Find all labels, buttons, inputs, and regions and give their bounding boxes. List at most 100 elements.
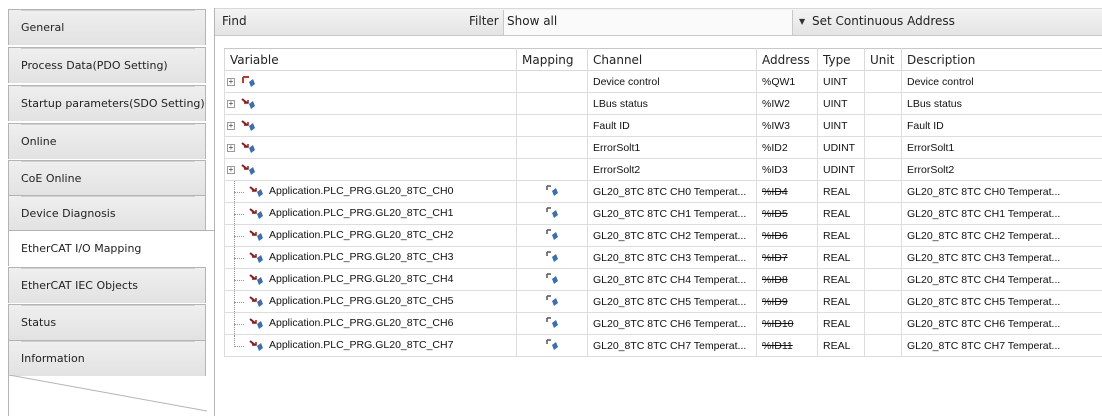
column-header-address[interactable]: Address [756,48,818,71]
find-input[interactable] [251,13,465,31]
expand-icon[interactable]: + [227,166,235,174]
variable-cell[interactable]: Application.PLC_PRG.GL20_8TC_CH3 [224,246,517,269]
mapping-cell[interactable] [516,136,588,159]
tab-label: Startup parameters(SDO Setting) [21,97,205,110]
mapping-cell[interactable] [516,290,588,313]
tab-general[interactable]: General [8,9,206,45]
table-row[interactable]: + ErrorSolt1 %ID2 UDINT ErrorSolt1 [224,136,1102,159]
tree-branch [234,214,244,215]
table-row[interactable]: + LBus status %IW2 UINT LBus status [224,92,1102,115]
unit-cell[interactable] [864,180,902,203]
variable-cell[interactable]: Application.PLC_PRG.GL20_8TC_CH0 [224,180,517,203]
table-row[interactable]: + Fault ID %IW3 UINT Fault ID [224,114,1102,137]
variable-cell[interactable]: + [224,114,517,137]
column-header-variable[interactable]: Variable [224,48,517,71]
table-row[interactable]: Application.PLC_PRG.GL20_8TC_CH3 GL20_8TC… [224,246,1102,269]
address-cell: %ID4 [756,180,818,203]
tab-label: Device Diagnosis [21,207,116,220]
variable-cell[interactable]: Application.PLC_PRG.GL20_8TC_CH1 [224,202,517,225]
table-row[interactable]: Application.PLC_PRG.GL20_8TC_CH1 GL20_8TC… [224,202,1102,225]
unit-cell[interactable] [864,92,902,115]
description-cell: GL20_8TC 8TC CH4 Temperat... [901,268,1102,291]
unit-cell[interactable] [864,224,902,247]
mapping-cell[interactable] [516,334,588,357]
table-row[interactable]: Application.PLC_PRG.GL20_8TC_CH6 GL20_8TC… [224,312,1102,335]
variable-name: Application.PLC_PRG.GL20_8TC_CH3 [269,251,454,263]
description-cell: LBus status [901,92,1102,115]
unit-cell[interactable] [864,312,902,335]
expand-icon[interactable]: + [227,144,235,152]
unit-cell[interactable] [864,136,902,159]
unit-cell[interactable] [864,268,902,291]
tab-coe-online[interactable]: CoE Online [8,160,206,196]
expand-icon[interactable]: + [227,100,235,108]
unit-cell[interactable] [864,202,902,225]
column-header-unit[interactable]: Unit [864,48,902,71]
tab-status[interactable]: Status [8,304,206,340]
mapping-cell[interactable] [516,202,588,225]
mapping-cell[interactable] [516,92,588,115]
variable-cell[interactable]: Application.PLC_PRG.GL20_8TC_CH6 [224,312,517,335]
column-header-description[interactable]: Description [901,48,1102,71]
channel-cell: GL20_8TC 8TC CH2 Temperat... [587,224,757,247]
filter-select[interactable]: Show all [503,10,793,35]
column-header-channel[interactable]: Channel [587,48,757,71]
type-cell: REAL [817,334,865,357]
variable-cell[interactable]: Application.PLC_PRG.GL20_8TC_CH2 [224,224,517,247]
variable-cell[interactable]: + [224,158,517,181]
variable-cell[interactable]: + [224,136,517,159]
tab-device-diagnosis[interactable]: Device Diagnosis [8,195,206,231]
unit-cell[interactable] [864,114,902,137]
input-var-icon [249,251,265,265]
variable-cell[interactable]: + [224,92,517,115]
variable-cell[interactable]: Application.PLC_PRG.GL20_8TC_CH5 [224,290,517,313]
tab-label: CoE Online [21,172,82,185]
tab-ethercat-i-o-mapping[interactable]: EtherCAT I/O Mapping [8,230,214,266]
mapping-cell[interactable] [516,312,588,335]
channel-cell: ErrorSolt1 [587,136,757,159]
input-var-icon [241,141,257,155]
address-cell: %ID2 [756,136,818,159]
table-row[interactable]: Application.PLC_PRG.GL20_8TC_CH0 GL20_8TC… [224,180,1102,203]
table-row[interactable]: + Device control %QW1 UINT Device control [224,70,1102,93]
unit-cell[interactable] [864,290,902,313]
address-cell: %ID9 [756,290,818,313]
column-header-type[interactable]: Type [817,48,865,71]
unit-cell[interactable] [864,158,902,181]
variable-cell[interactable]: Application.PLC_PRG.GL20_8TC_CH7 [224,334,517,357]
tab-startup-parameters-sdo-setting[interactable]: Startup parameters(SDO Setting) [8,85,206,121]
mapped-variable-icon [546,338,560,353]
tab-label: Process Data(PDO Setting) [21,59,168,72]
mapping-cell[interactable] [516,246,588,269]
variable-cell[interactable]: + [224,70,517,93]
tab-online[interactable]: Online [8,123,206,159]
tab-ethercat-iec-objects[interactable]: EtherCAT IEC Objects [8,267,206,303]
expand-icon[interactable]: + [227,122,235,130]
unit-cell[interactable] [864,246,902,269]
input-var-icon [249,339,265,353]
table-row[interactable]: Application.PLC_PRG.GL20_8TC_CH4 GL20_8TC… [224,268,1102,291]
variable-name: Application.PLC_PRG.GL20_8TC_CH7 [269,339,454,351]
address-cell: %ID6 [756,224,818,247]
table-row[interactable]: Application.PLC_PRG.GL20_8TC_CH5 GL20_8TC… [224,290,1102,313]
table-row[interactable]: Application.PLC_PRG.GL20_8TC_CH2 GL20_8TC… [224,224,1102,247]
table-row[interactable]: + ErrorSolt2 %ID3 UDINT ErrorSolt2 [224,158,1102,181]
unit-cell[interactable] [864,70,902,93]
expand-icon[interactable]: + [227,78,235,86]
column-header-mapping[interactable]: Mapping [516,48,588,71]
tab-process-data-pdo-setting[interactable]: Process Data(PDO Setting) [8,47,206,83]
mapping-cell[interactable] [516,114,588,137]
set-continuous-address-button[interactable]: Set Continuous Address [812,14,955,28]
unit-cell[interactable] [864,334,902,357]
io-mapping-grid: Variable Mapping Channel Address Type Un… [224,48,1102,357]
table-row[interactable]: Application.PLC_PRG.GL20_8TC_CH7 GL20_8TC… [224,334,1102,357]
mapping-cell[interactable] [516,70,588,93]
mapping-cell[interactable] [516,224,588,247]
channel-cell: GL20_8TC 8TC CH7 Temperat... [587,334,757,357]
chevron-down-icon[interactable]: ▼ [799,17,805,26]
tab-information[interactable]: Information [8,340,206,376]
mapping-cell[interactable] [516,268,588,291]
mapping-cell[interactable] [516,158,588,181]
mapping-cell[interactable] [516,180,588,203]
variable-cell[interactable]: Application.PLC_PRG.GL20_8TC_CH4 [224,268,517,291]
